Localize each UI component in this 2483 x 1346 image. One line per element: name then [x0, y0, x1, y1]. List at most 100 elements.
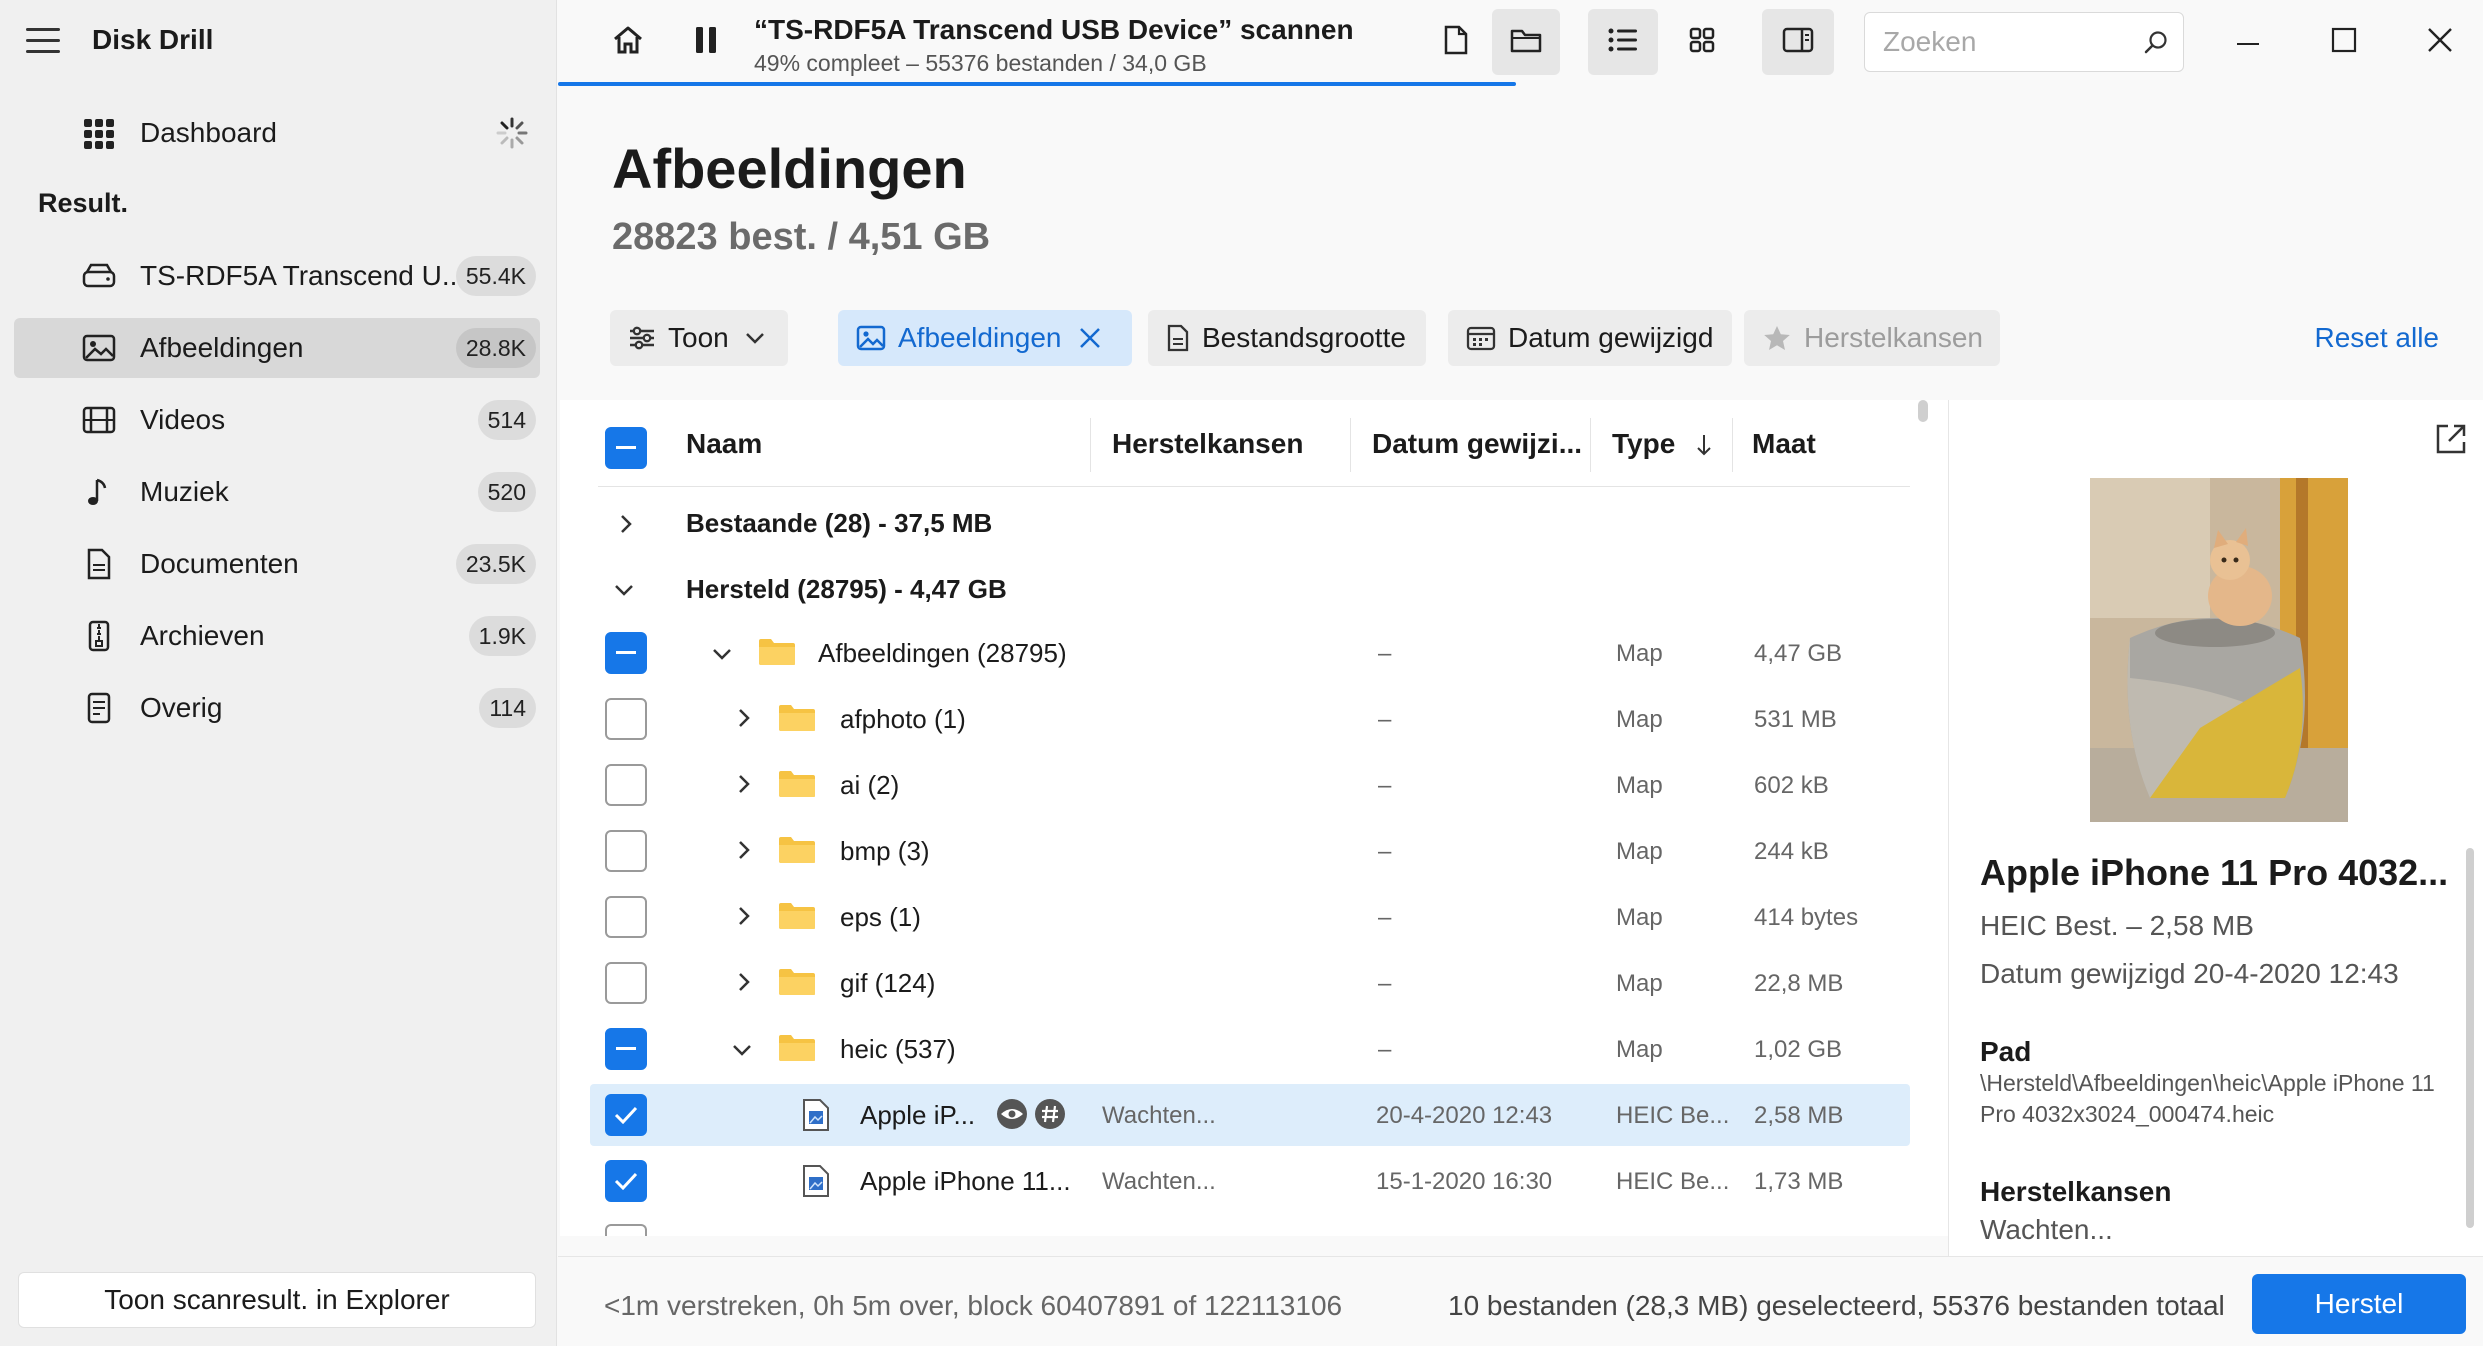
- preview-scrollbar[interactable]: [2466, 848, 2474, 1228]
- row-size: 244 kB: [1754, 838, 1829, 865]
- list-view-button[interactable]: [1588, 9, 1658, 75]
- grid-view-button[interactable]: [1674, 14, 1730, 70]
- home-button[interactable]: [600, 14, 656, 70]
- images-filter-chip[interactable]: Afbeeldingen: [838, 310, 1132, 366]
- preview-eye-icon[interactable]: [996, 1098, 1028, 1135]
- group-label: Bestaande (28) - 37,5 MB: [686, 508, 993, 538]
- sidebar-item-other[interactable]: Overig 114: [14, 678, 540, 738]
- column-header-name[interactable]: Naam: [686, 428, 762, 460]
- table-row-selected[interactable]: Apple iP... Wachten... 20-4-2020 12:43 H…: [590, 1084, 1910, 1146]
- row-checkbox[interactable]: [605, 896, 647, 938]
- chevron-right-icon[interactable]: [738, 840, 750, 860]
- preview-image-thumbnail[interactable]: [2090, 478, 2348, 822]
- chevron-right-icon[interactable]: [738, 972, 750, 992]
- row-type: Map: [1616, 838, 1663, 865]
- column-header-chances[interactable]: Herstelkansen: [1112, 428, 1303, 460]
- search-icon[interactable]: [2143, 29, 2169, 60]
- hamburger-menu-icon[interactable]: [26, 28, 60, 58]
- file-view-button[interactable]: [1428, 14, 1484, 70]
- sort-descending-icon[interactable]: [1696, 434, 1712, 461]
- date-filter-button[interactable]: Datum gewijzigd: [1448, 310, 1732, 366]
- chevron-down-icon[interactable]: [732, 1044, 752, 1056]
- reset-all-link[interactable]: Reset alle: [2314, 322, 2439, 354]
- sidebar-item-music[interactable]: Muziek 520: [14, 462, 540, 522]
- recover-button[interactable]: Herstel: [2252, 1274, 2466, 1334]
- column-separator[interactable]: [1590, 418, 1591, 472]
- chevron-down-icon[interactable]: [712, 648, 732, 660]
- row-name: eps (1): [840, 902, 921, 932]
- table-row[interactable]: heic (537) – Map 1,02 GB: [590, 1018, 1910, 1080]
- pause-button[interactable]: [678, 14, 734, 70]
- list-icon: [1608, 28, 1638, 57]
- count-badge: 1.9K: [468, 616, 536, 656]
- row-checkbox-partial[interactable]: [605, 1224, 647, 1236]
- group-row-recovered[interactable]: Hersteld (28795) - 4,47 GB: [590, 558, 1910, 620]
- row-size: 531 MB: [1754, 706, 1837, 733]
- sidebar-item-label: Videos: [140, 404, 226, 435]
- row-checkbox[interactable]: [605, 830, 647, 872]
- scan-time-status: <1m verstreken, 0h 5m over, block 604078…: [604, 1290, 1343, 1321]
- row-type: Map: [1616, 640, 1663, 667]
- table-scrollbar[interactable]: [1918, 400, 1928, 422]
- preview-pane-toggle[interactable]: [1762, 9, 1834, 75]
- sidebar-item-archives[interactable]: Archieven 1.9K: [14, 606, 540, 666]
- table-row[interactable]: afphoto (1) – Map 531 MB: [590, 688, 1910, 750]
- row-chances: –: [1378, 640, 1392, 667]
- count-badge: 28.8K: [455, 328, 536, 368]
- sidebar-item-dashboard[interactable]: Dashboard: [14, 103, 540, 163]
- sidebar-item-images[interactable]: Afbeeldingen 28.8K: [14, 318, 540, 378]
- column-separator[interactable]: [1090, 418, 1091, 472]
- column-header-type[interactable]: Type: [1612, 428, 1675, 460]
- image-icon: [856, 325, 886, 351]
- sidebar: Disk Drill Dashboard Result. TS-RDF5A Tr…: [0, 0, 557, 1346]
- sidebar-item-documents[interactable]: Documenten 23.5K: [14, 534, 540, 594]
- row-chances: –: [1378, 838, 1392, 865]
- open-external-icon[interactable]: [2434, 422, 2468, 461]
- scan-progress-fill: [558, 82, 1516, 86]
- row-checkbox[interactable]: [605, 764, 647, 806]
- folder-icon: [778, 770, 816, 798]
- count-badge: 23.5K: [455, 544, 536, 584]
- folder-view-button[interactable]: [1492, 9, 1560, 75]
- minimize-button[interactable]: [2216, 12, 2280, 72]
- chevron-right-icon[interactable]: [738, 708, 750, 728]
- search-input[interactable]: [1865, 13, 2135, 71]
- remove-filter-icon[interactable]: [1079, 327, 1101, 349]
- chevron-right-icon[interactable]: [620, 514, 632, 534]
- column-header-size[interactable]: Maat: [1752, 428, 1816, 460]
- search-box[interactable]: [1864, 12, 2184, 72]
- row-type: Map: [1616, 904, 1663, 931]
- row-checkbox[interactable]: [605, 1028, 647, 1070]
- table-row[interactable]: gif (124) – Map 22,8 MB: [590, 952, 1910, 1014]
- table-row[interactable]: bmp (3) – Map 244 kB: [590, 820, 1910, 882]
- hash-icon[interactable]: [1034, 1098, 1066, 1135]
- table-row[interactable]: Apple iPhone 11... Wachten... 15-1-2020 …: [590, 1150, 1910, 1212]
- row-checkbox[interactable]: [605, 962, 647, 1004]
- show-filter-button[interactable]: Toon: [610, 310, 788, 366]
- row-checkbox[interactable]: [605, 632, 647, 674]
- show-in-explorer-button[interactable]: Toon scanresult. in Explorer: [18, 1272, 536, 1328]
- table-row[interactable]: Afbeeldingen (28795) – Map 4,47 GB: [590, 622, 1910, 684]
- row-checkbox[interactable]: [605, 1160, 647, 1202]
- date-filter-label: Datum gewijzigd: [1508, 322, 1714, 353]
- column-header-date[interactable]: Datum gewijzi...: [1372, 428, 1582, 460]
- select-all-checkbox[interactable]: [605, 427, 647, 469]
- maximize-button[interactable]: [2312, 12, 2376, 72]
- chevron-right-icon[interactable]: [738, 906, 750, 926]
- image-file-icon: [802, 1098, 830, 1137]
- close-window-button[interactable]: [2408, 12, 2472, 72]
- column-separator[interactable]: [1350, 418, 1351, 472]
- chevron-down-icon[interactable]: [614, 584, 634, 596]
- table-row[interactable]: eps (1) – Map 414 bytes: [590, 886, 1910, 948]
- chevron-right-icon[interactable]: [738, 774, 750, 794]
- group-row-existing[interactable]: Bestaande (28) - 37,5 MB: [590, 492, 1910, 554]
- folder-icon: [758, 638, 796, 666]
- row-checkbox[interactable]: [605, 1094, 647, 1136]
- row-checkbox[interactable]: [605, 698, 647, 740]
- column-separator[interactable]: [1732, 418, 1733, 472]
- sidebar-item-videos[interactable]: Videos 514: [14, 390, 540, 450]
- filesize-filter-button[interactable]: Bestandsgrootte: [1148, 310, 1426, 366]
- recovery-chances-filter-button[interactable]: Herstelkansen: [1744, 310, 2000, 366]
- sidebar-item-device[interactable]: TS-RDF5A Transcend U... 55.4K: [14, 246, 540, 306]
- table-row[interactable]: ai (2) – Map 602 kB: [590, 754, 1910, 816]
